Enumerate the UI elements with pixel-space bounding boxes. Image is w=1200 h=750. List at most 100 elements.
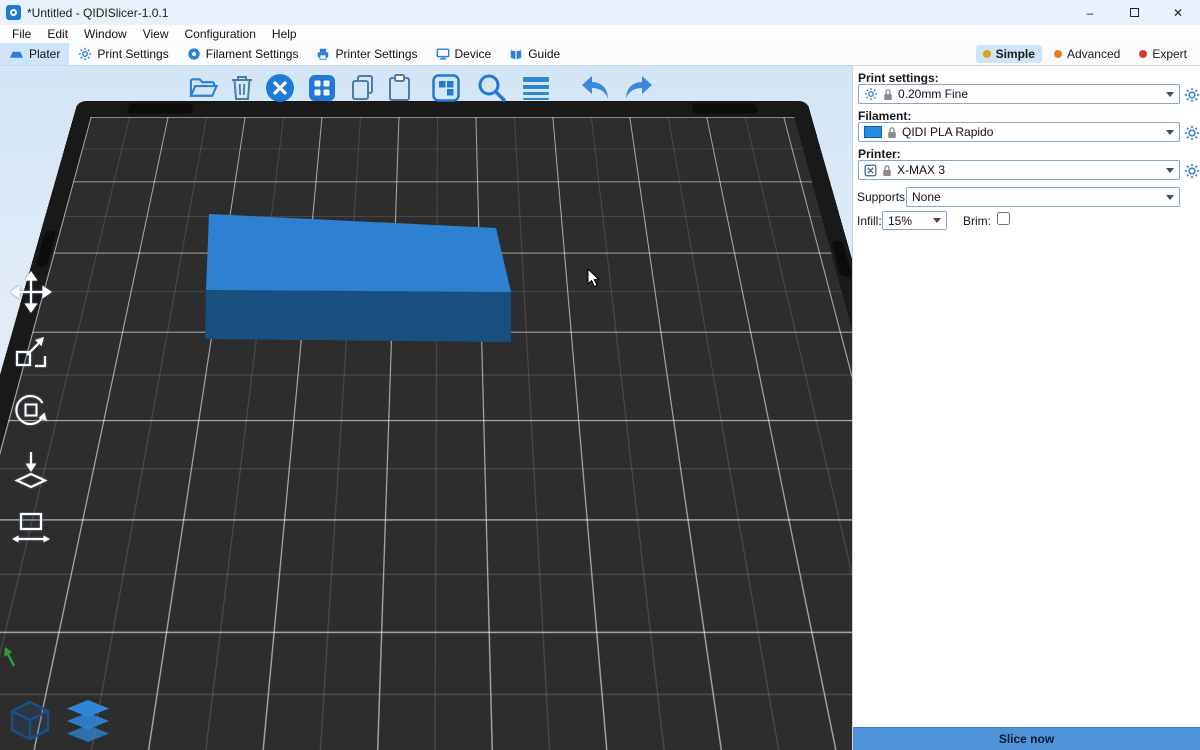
undo-button[interactable] xyxy=(579,73,613,103)
lock-icon xyxy=(887,126,897,139)
mode-advanced[interactable]: Advanced xyxy=(1047,45,1127,63)
advanced-mode-dot-icon xyxy=(1054,50,1062,58)
print-settings-combo[interactable]: 0.20mm Fine xyxy=(858,84,1180,104)
tab-printer-settings[interactable]: Printer Settings xyxy=(307,43,426,65)
rotate-gizmo-button[interactable] xyxy=(8,387,54,433)
menu-window[interactable]: Window xyxy=(76,25,135,43)
menu-file[interactable]: File xyxy=(4,25,39,43)
chevron-down-icon xyxy=(1166,92,1174,97)
layers-stack-icon xyxy=(62,697,114,745)
tab-print-settings[interactable]: Print Settings xyxy=(69,43,177,65)
mode-switcher: Simple Advanced Expert xyxy=(976,43,1200,65)
filament-color-swatch xyxy=(864,126,882,138)
print-bed[interactable] xyxy=(0,101,852,750)
redo-button[interactable] xyxy=(621,73,655,103)
title-bar: *Untitled - QIDISlicer-1.0.1 – ✕ xyxy=(0,0,1200,25)
variable-layer-height-button[interactable] xyxy=(521,74,551,102)
place-on-face-gizmo-button[interactable] xyxy=(8,446,54,492)
gear-icon xyxy=(1184,125,1200,141)
minimize-button[interactable]: – xyxy=(1068,0,1112,25)
open-folder-icon xyxy=(188,73,219,103)
layer-height-icon xyxy=(521,74,551,102)
paste-icon xyxy=(386,73,413,103)
mode-simple[interactable]: Simple xyxy=(976,45,1042,63)
app-logo-icon xyxy=(6,5,21,20)
tab-bar: Plater Print Settings Filament Settings … xyxy=(0,43,1200,66)
chevron-down-icon xyxy=(1166,168,1174,173)
gear-icon xyxy=(1184,163,1200,179)
lock-icon xyxy=(882,164,892,177)
paste-button[interactable] xyxy=(386,73,413,103)
search-icon xyxy=(475,72,507,104)
tab-device[interactable]: Device xyxy=(427,43,501,65)
tab-guide[interactable]: Guide xyxy=(500,43,569,65)
preset-gear-icon xyxy=(864,87,878,101)
filament-settings-icon xyxy=(187,47,201,61)
close-button[interactable]: ✕ xyxy=(1156,0,1200,25)
undo-icon xyxy=(579,73,613,103)
slice-now-button[interactable]: Slice now xyxy=(853,727,1200,750)
search-button[interactable] xyxy=(475,72,507,104)
tab-filament-settings[interactable]: Filament Settings xyxy=(178,43,308,65)
print-settings-value: 0.20mm Fine xyxy=(898,87,968,101)
scale-gizmo-button[interactable] xyxy=(8,328,54,374)
print-settings-edit-button[interactable] xyxy=(1183,86,1200,103)
settings-sidebar: Print settings: 0.20mm Fine Filament: xyxy=(852,66,1200,750)
filament-value: QIDI PLA Rapido xyxy=(902,125,993,139)
trash-icon xyxy=(229,73,255,103)
split-objects-button[interactable] xyxy=(431,73,461,103)
window-title: *Untitled - QIDISlicer-1.0.1 xyxy=(27,6,168,20)
gear-icon xyxy=(1184,87,1200,103)
guide-icon xyxy=(509,47,523,61)
3d-view-button[interactable] xyxy=(6,697,54,748)
plater-icon xyxy=(9,47,24,62)
infill-value: 15% xyxy=(888,214,912,228)
menu-configuration[interactable]: Configuration xyxy=(177,25,264,43)
delete-all-button[interactable] xyxy=(265,73,295,103)
print-settings-icon xyxy=(78,47,92,61)
scale-icon xyxy=(9,329,53,373)
filament-edit-button[interactable] xyxy=(1183,124,1200,141)
filament-combo[interactable]: QIDI PLA Rapido xyxy=(858,122,1180,142)
supports-value: None xyxy=(912,190,941,204)
printer-label: Printer: xyxy=(858,147,901,161)
menu-view[interactable]: View xyxy=(135,25,177,43)
mode-expert[interactable]: Expert xyxy=(1132,45,1194,63)
lock-icon xyxy=(883,88,893,101)
view-toggle-bar xyxy=(6,697,114,748)
delete-button[interactable] xyxy=(229,73,255,103)
rotate-icon xyxy=(9,388,53,432)
device-icon xyxy=(436,47,450,61)
arrange-button[interactable] xyxy=(307,73,337,103)
chevron-down-icon xyxy=(1166,130,1174,135)
copy-button[interactable] xyxy=(349,73,376,103)
bed-clip xyxy=(691,103,758,113)
move-gizmo-button[interactable] xyxy=(8,269,54,315)
delete-all-icon xyxy=(265,73,295,103)
open-project-button[interactable] xyxy=(188,73,219,103)
printer-value: X-MAX 3 xyxy=(897,163,945,177)
printer-combo[interactable]: X-MAX 3 xyxy=(858,160,1180,180)
printer-edit-button[interactable] xyxy=(1183,162,1200,179)
infill-combo[interactable]: 15% xyxy=(882,211,947,230)
3d-viewport[interactable] xyxy=(0,66,852,750)
menu-bar: File Edit Window View Configuration Help xyxy=(0,25,1200,43)
tab-plater[interactable]: Plater xyxy=(0,43,69,65)
infill-label: Infill: xyxy=(857,214,882,228)
menu-help[interactable]: Help xyxy=(264,25,305,43)
maximize-icon xyxy=(1130,8,1139,17)
print-bed-grid xyxy=(0,117,852,750)
maximize-button[interactable] xyxy=(1112,0,1156,25)
supports-combo[interactable]: None xyxy=(906,187,1180,207)
simple-mode-dot-icon xyxy=(983,50,991,58)
supports-label: Supports: xyxy=(857,190,908,204)
brim-label: Brim: xyxy=(963,214,991,228)
preview-layers-button[interactable] xyxy=(62,697,114,748)
measure-icon xyxy=(9,506,53,550)
brim-checkbox[interactable] xyxy=(997,212,1010,225)
expert-mode-dot-icon xyxy=(1139,50,1147,58)
flatten-icon xyxy=(9,447,53,491)
menu-edit[interactable]: Edit xyxy=(39,25,76,43)
print-settings-label: Print settings: xyxy=(858,71,939,85)
measure-gizmo-button[interactable] xyxy=(8,505,54,551)
